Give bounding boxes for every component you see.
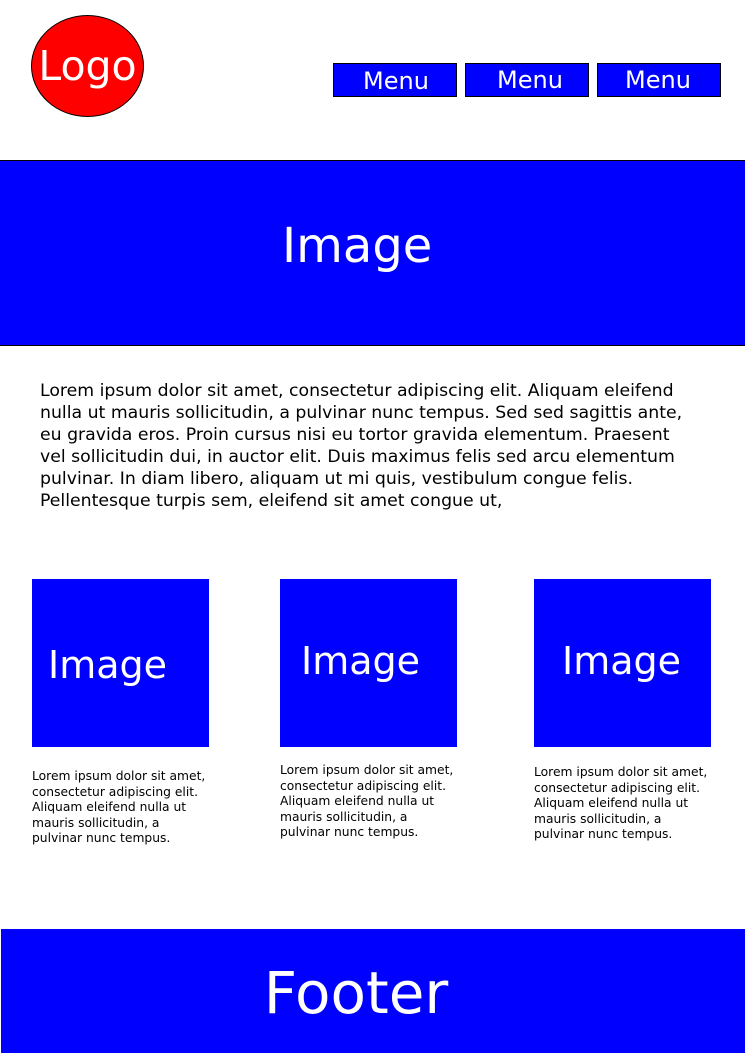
menu-button-2[interactable]: Menu bbox=[465, 63, 589, 97]
logo[interactable]: Logo bbox=[31, 15, 144, 117]
menu-button-label: Menu bbox=[363, 67, 429, 95]
card-text-3: Lorem ipsum dolor sit amet, consectetur … bbox=[534, 765, 708, 842]
menu-button-3[interactable]: Menu bbox=[597, 63, 721, 97]
card-text-2: Lorem ipsum dolor sit amet, consectetur … bbox=[280, 763, 454, 840]
footer: Footer bbox=[1, 929, 745, 1053]
hero-image-label: Image bbox=[282, 218, 433, 274]
intro-paragraph: Lorem ipsum dolor sit amet, consectetur … bbox=[40, 381, 683, 511]
menu-button-label: Menu bbox=[497, 66, 563, 94]
footer-label: Footer bbox=[263, 959, 449, 1027]
logo-label: Logo bbox=[38, 41, 137, 90]
card-image-label-1: Image bbox=[48, 643, 168, 687]
card-text-1: Lorem ipsum dolor sit amet, consectetur … bbox=[32, 769, 206, 846]
card-image-label-2: Image bbox=[301, 639, 421, 683]
menu-button-1[interactable]: Menu bbox=[333, 63, 457, 97]
menu-button-label: Menu bbox=[625, 66, 691, 94]
card-image-label-3: Image bbox=[562, 639, 682, 683]
